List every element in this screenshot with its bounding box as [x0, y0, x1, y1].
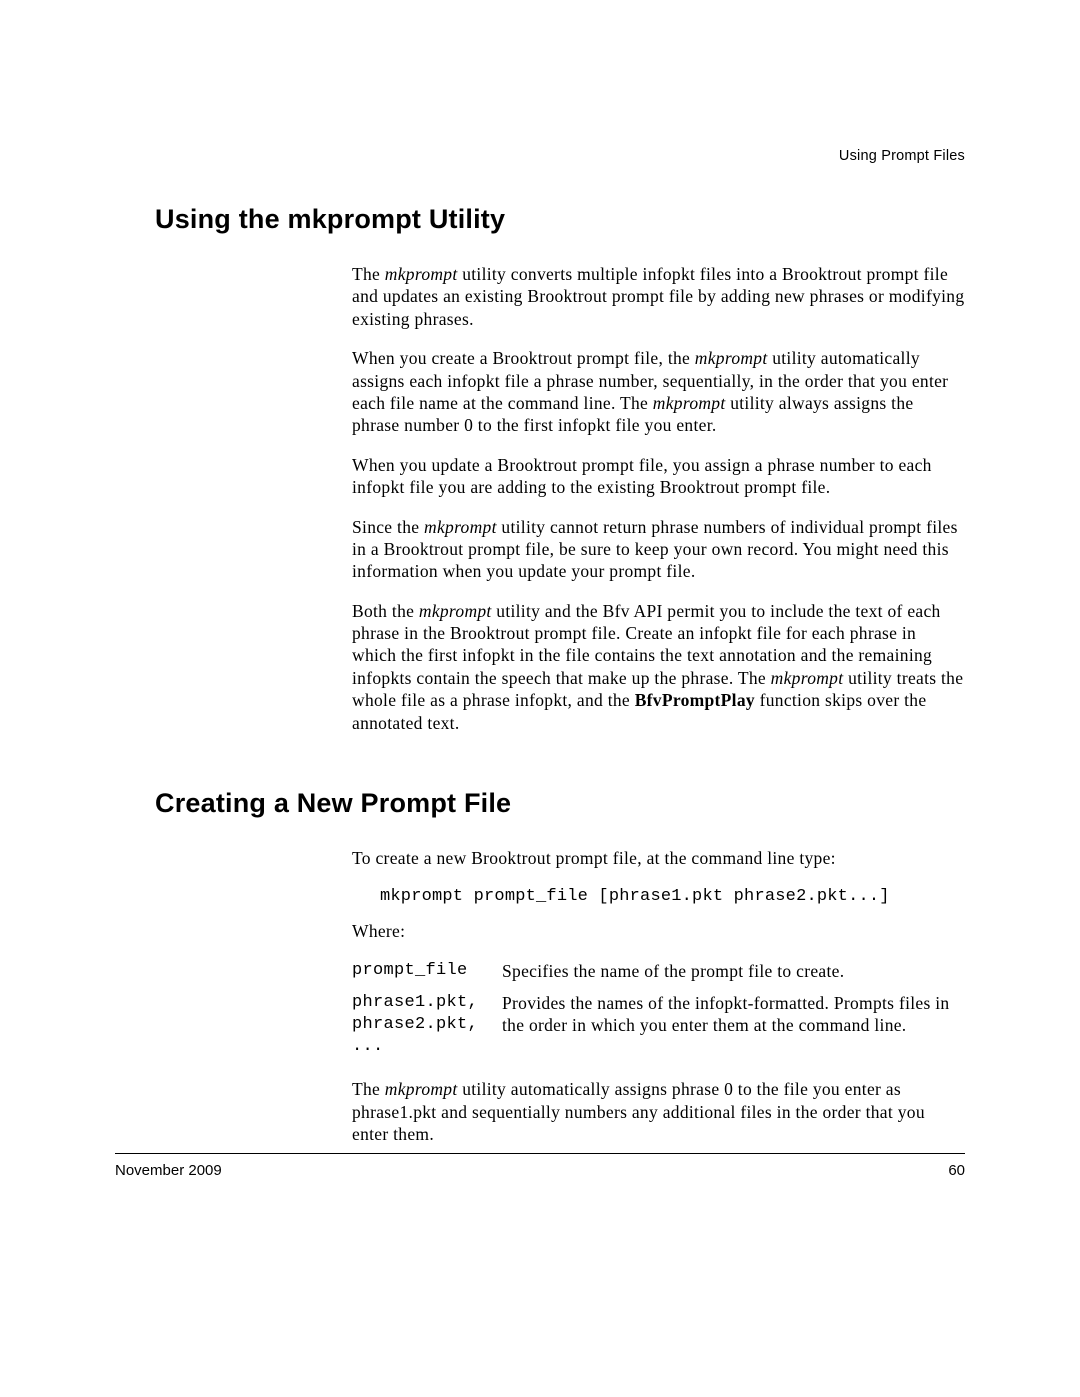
page: Using Prompt Files Using the mkprompt Ut… [0, 0, 1080, 1397]
definition-row: phrase1.pkt, phrase2.pkt, ... Provides t… [352, 992, 965, 1058]
para: Both the mkprompt utility and the Bfv AP… [352, 600, 965, 734]
footer-rule [115, 1153, 965, 1154]
para: When you update a Brooktrout prompt file… [352, 454, 965, 499]
heading-using-mkprompt: Using the mkprompt Utility [155, 204, 965, 235]
term-mkprompt: mkprompt [771, 668, 844, 688]
definition-term: phrase1.pkt, phrase2.pkt, ... [352, 992, 502, 1058]
term-mkprompt: mkprompt [385, 264, 458, 284]
where-label: Where: [352, 920, 965, 942]
para: Since the mkprompt utility cannot return… [352, 516, 965, 583]
text: When you create a Brooktrout prompt file… [352, 348, 695, 368]
term-bfvpromptplay: BfvPromptPlay [635, 690, 755, 710]
definition-term: prompt_file [352, 960, 502, 982]
section1-body: The mkprompt utility converts multiple i… [352, 263, 965, 734]
text: The [352, 264, 385, 284]
term-mkprompt: mkprompt [385, 1079, 458, 1099]
definition-desc: Provides the names of the infopkt-format… [502, 992, 965, 1037]
text: The [352, 1079, 385, 1099]
term-mkprompt: mkprompt [695, 348, 768, 368]
command-line: mkprompt prompt_file [phrase1.pkt phrase… [380, 886, 965, 908]
definition-desc: Specifies the name of the prompt file to… [502, 960, 844, 982]
definition-row: prompt_file Specifies the name of the pr… [352, 960, 965, 982]
text: Since the [352, 517, 424, 537]
section2-body: To create a new Brooktrout prompt file, … [352, 847, 965, 1145]
para: The mkprompt utility automatically assig… [352, 1078, 965, 1145]
para: The mkprompt utility converts multiple i… [352, 263, 965, 330]
heading-creating-prompt-file: Creating a New Prompt File [155, 788, 965, 819]
footer: November 2009 60 [115, 1162, 965, 1179]
definition-table: prompt_file Specifies the name of the pr… [352, 960, 965, 1059]
term-mkprompt: mkprompt [419, 601, 492, 621]
term-mkprompt: mkprompt [424, 517, 497, 537]
running-header: Using Prompt Files [839, 148, 965, 164]
footer-date: November 2009 [115, 1162, 222, 1179]
text: Both the [352, 601, 419, 621]
para: When you create a Brooktrout prompt file… [352, 347, 965, 437]
footer-page-number: 60 [948, 1162, 965, 1179]
para: To create a new Brooktrout prompt file, … [352, 847, 965, 869]
term-mkprompt: mkprompt [653, 393, 726, 413]
